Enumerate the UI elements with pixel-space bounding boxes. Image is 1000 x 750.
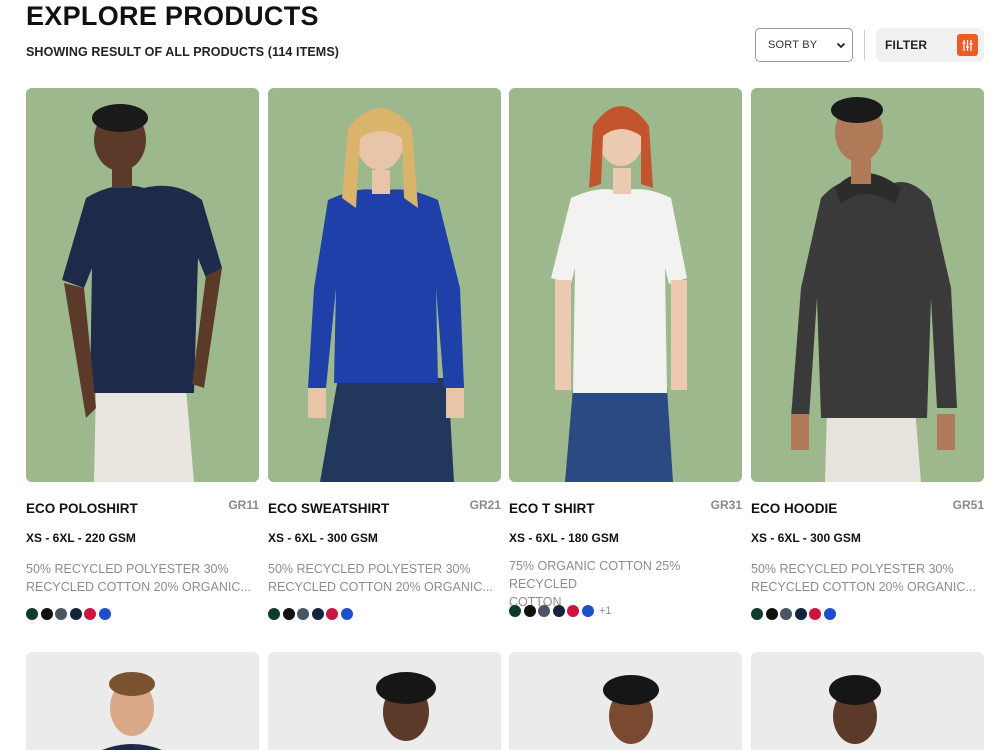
color-swatch[interactable] [282,608,295,620]
color-swatches [26,608,111,620]
material-line: 50% RECYCLED POLYESTER 30% [268,562,471,576]
product-code: GR31 [710,498,742,512]
product-image[interactable] [26,88,259,482]
product-image[interactable] [268,652,501,750]
product-material: 50% RECYCLED POLYESTER 30% RECYCLED COTT… [26,560,259,596]
sort-by-select[interactable]: SORT BY [755,28,853,62]
result-count: SHOWING RESULT OF ALL PRODUCTS (114 ITEM… [26,45,340,59]
more-colors-count[interactable]: +1 [599,605,612,617]
color-swatch[interactable] [538,605,550,617]
color-swatch[interactable] [823,608,836,620]
product-name[interactable]: ECO HOODIE [751,501,837,516]
sliders-icon [957,34,978,56]
product-image[interactable] [751,88,984,482]
sort-by-label: SORT BY [768,39,818,51]
material-line: RECYCLED COTTON 20% ORGANIC... [26,580,251,594]
product-sizes: XS - 6XL - 180 GSM [509,531,619,545]
product-image[interactable] [509,652,742,750]
product-material: 50% RECYCLED POLYESTER 30% RECYCLED COTT… [751,560,984,596]
product-sizes: XS - 6XL - 220 GSM [26,531,136,545]
color-swatch[interactable] [523,605,536,617]
product-name[interactable]: ECO POLOSHIRT [26,501,138,516]
product-card[interactable]: ECO SWEATSHIRT GR21 XS - 6XL - 300 GSM 5… [268,88,501,620]
product-name[interactable]: ECO T SHIRT [509,501,595,516]
chevron-down-icon [836,42,846,49]
color-swatch[interactable] [311,608,324,620]
product-card[interactable]: ECO T SHIRT GR31 XS - 6XL - 180 GSM 75% … [509,88,742,617]
color-swatches [751,608,836,620]
material-line: RECYCLED COTTON 20% ORGANIC... [751,580,976,594]
product-code: GR51 [952,498,984,512]
color-swatch[interactable] [268,608,280,620]
filter-button[interactable]: FILTER [876,28,984,62]
color-swatch[interactable] [794,608,807,620]
product-material: 50% RECYCLED POLYESTER 30% RECYCLED COTT… [268,560,501,596]
material-line: RECYCLED COTTON 20% ORGANIC... [268,580,493,594]
product-sizes: XS - 6XL - 300 GSM [268,531,378,545]
page-title: EXPLORE PRODUCTS [26,1,319,31]
material-line: 50% RECYCLED POLYESTER 30% [26,562,229,576]
color-swatch[interactable] [751,608,763,620]
color-swatch[interactable] [509,605,521,617]
color-swatch[interactable] [326,608,338,620]
product-code: GR21 [469,498,501,512]
product-card[interactable]: ECO HOODIE GR51 XS - 6XL - 300 GSM 50% R… [751,88,984,620]
color-swatch[interactable] [69,608,82,620]
color-swatch[interactable] [552,605,565,617]
product-name[interactable]: ECO SWEATSHIRT [268,501,389,516]
color-swatch[interactable] [581,605,594,617]
product-sizes: XS - 6XL - 300 GSM [751,531,861,545]
product-material: 75% ORGANIC COTTON 25% RECYCLED COTTON [509,557,742,611]
color-swatch[interactable] [780,608,792,620]
color-swatch[interactable] [26,608,38,620]
color-swatch[interactable] [809,608,821,620]
color-swatch[interactable] [40,608,53,620]
color-swatch[interactable] [55,608,67,620]
color-swatch[interactable] [765,608,778,620]
product-image[interactable] [509,88,742,482]
product-image[interactable] [268,88,501,482]
color-swatches [268,608,353,620]
color-swatch[interactable] [340,608,353,620]
color-swatches: +1 [509,605,612,617]
product-image[interactable] [751,652,984,750]
color-swatch[interactable] [98,608,111,620]
material-line: 75% ORGANIC COTTON 25% RECYCLED [509,559,681,591]
product-card[interactable]: ECO POLOSHIRT GR11 XS - 6XL - 220 GSM 50… [26,88,259,620]
product-image[interactable] [26,652,259,750]
color-swatch[interactable] [84,608,96,620]
product-code: GR11 [228,498,259,512]
filter-label: FILTER [885,38,928,52]
toolbar-divider [864,30,865,60]
color-swatch[interactable] [297,608,309,620]
color-swatch[interactable] [567,605,579,617]
material-line: 50% RECYCLED POLYESTER 30% [751,562,954,576]
